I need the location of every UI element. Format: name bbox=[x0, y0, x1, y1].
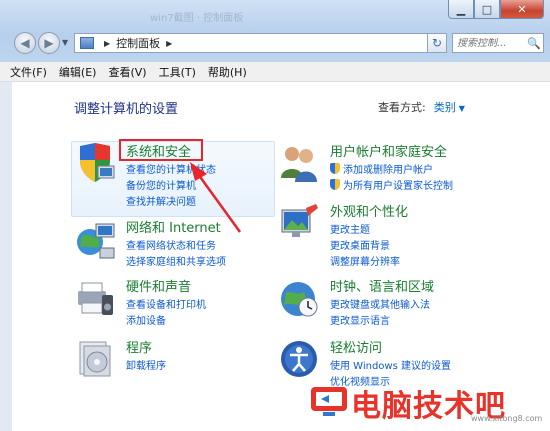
close-button[interactable]: ✕ bbox=[500, 0, 544, 19]
menu-bar: 文件(F) 编辑(E) 查看(V) 工具(T) 帮助(H) bbox=[0, 62, 550, 82]
left-pane-strip bbox=[0, 82, 12, 431]
control-panel-icon bbox=[80, 37, 94, 49]
back-button[interactable]: ◀ bbox=[14, 32, 36, 54]
watermark: 电脑技术吧 www.xitong8.com bbox=[303, 381, 550, 431]
search-box[interactable]: 🔍 bbox=[452, 33, 544, 53]
title-bar: win7截图 · 控制面板 ▁ □ ✕ ◀ ▶ ▼ ▶ 控制面板 ▶ ▼ ↻ 🔍 bbox=[0, 0, 550, 63]
minimize-button[interactable]: ▁ bbox=[448, 0, 474, 19]
breadcrumb-root-chevron-icon[interactable]: ▶ bbox=[104, 39, 110, 48]
breadcrumb-chevron-icon[interactable]: ▶ bbox=[166, 39, 172, 48]
content-area: 调整计算机的设置 查看方式: 类别 ▼ 系统和安全 查看您的计算机状态 备份您的计算… bbox=[12, 82, 550, 431]
watermark-url: www.xitong8.com bbox=[471, 414, 543, 423]
annotation-arrow-icon bbox=[190, 162, 242, 233]
forward-button[interactable]: ▶ bbox=[38, 32, 60, 54]
address-bar[interactable]: ▶ 控制面板 ▶ ▼ bbox=[74, 33, 446, 53]
search-icon[interactable]: 🔍 bbox=[527, 37, 541, 50]
menu-tools[interactable]: 工具(T) bbox=[159, 64, 196, 80]
menu-edit[interactable]: 编辑(E) bbox=[59, 64, 97, 80]
background-window-title: win7截图 · 控制面板 bbox=[150, 13, 244, 24]
search-input[interactable] bbox=[453, 37, 527, 49]
menu-view[interactable]: 查看(V) bbox=[108, 64, 146, 80]
menu-file[interactable]: 文件(F) bbox=[10, 64, 47, 80]
maximize-button[interactable]: □ bbox=[474, 0, 500, 19]
refresh-button[interactable]: ↻ bbox=[427, 33, 447, 53]
menu-help[interactable]: 帮助(H) bbox=[208, 64, 247, 80]
breadcrumb-control-panel[interactable]: 控制面板 bbox=[116, 35, 160, 51]
recent-pages-dropdown-icon[interactable]: ▼ bbox=[62, 38, 68, 47]
control-panel-window: win7截图 · 控制面板 ▁ □ ✕ ◀ ▶ ▼ ▶ 控制面板 ▶ ▼ ↻ 🔍… bbox=[0, 0, 550, 431]
monitor-logo-icon bbox=[311, 387, 347, 416]
